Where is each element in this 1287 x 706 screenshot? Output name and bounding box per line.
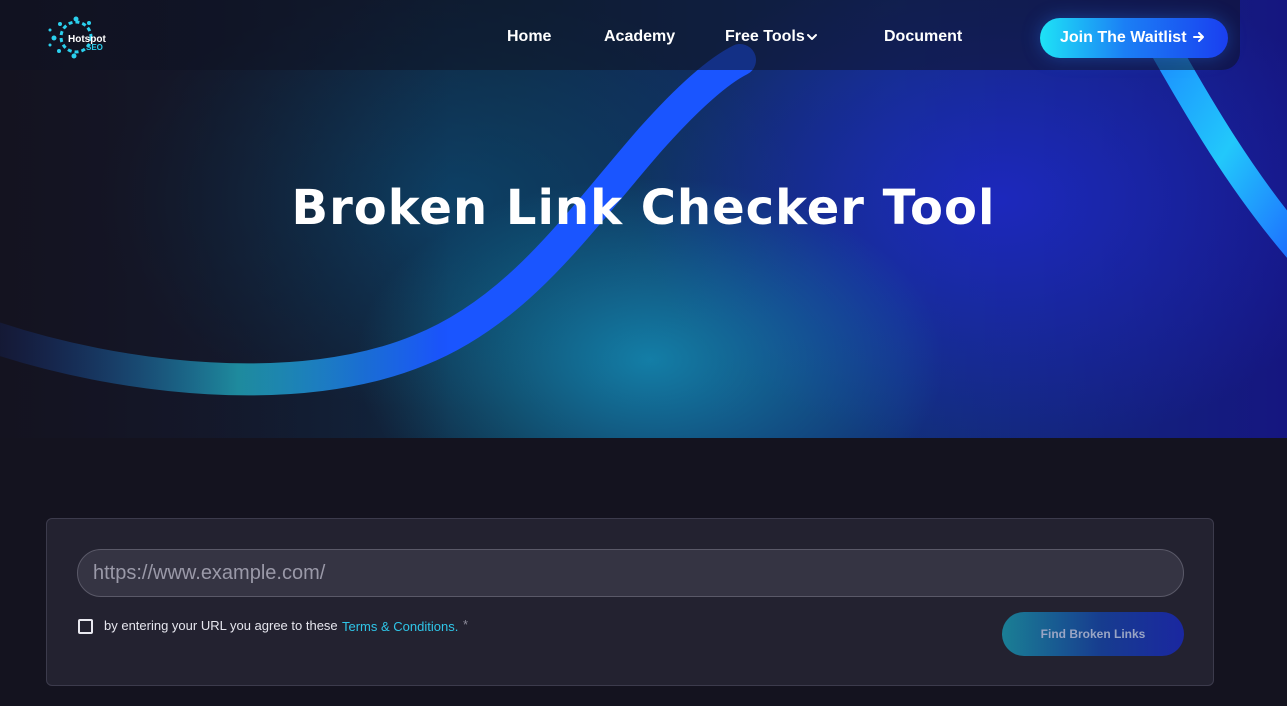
terms-checkbox[interactable]: [78, 619, 93, 634]
link-checker-form: by entering your URL you agree to these …: [46, 518, 1214, 686]
join-waitlist-button[interactable]: Join The Waitlist: [1040, 18, 1228, 58]
agree-text: by entering your URL you agree to these: [104, 618, 338, 633]
terms-link[interactable]: Terms & Conditions.: [342, 619, 458, 634]
arrow-right-icon: [1193, 32, 1204, 42]
top-navigation: Hotspot SEO Home Academy Free Tools Docu…: [0, 0, 1240, 70]
join-waitlist-label: Join The Waitlist: [1060, 29, 1187, 46]
required-mark: *: [463, 617, 469, 632]
nav-academy[interactable]: Academy: [604, 28, 675, 46]
hotspot-seo-logo[interactable]: Hotspot SEO: [46, 14, 112, 62]
url-input[interactable]: [77, 549, 1184, 597]
page-title: Broken Link Checker Tool: [291, 180, 996, 236]
nav-document[interactable]: Document: [884, 28, 962, 46]
nav-home[interactable]: Home: [507, 28, 551, 46]
find-broken-links-button[interactable]: Find Broken Links: [1002, 612, 1184, 656]
chevron-down-icon[interactable]: [806, 31, 818, 43]
nav-free-tools[interactable]: Free Tools: [725, 28, 805, 46]
find-broken-links-label: Find Broken Links: [1040, 627, 1146, 641]
logo-text-bottom: SEO: [86, 43, 103, 52]
